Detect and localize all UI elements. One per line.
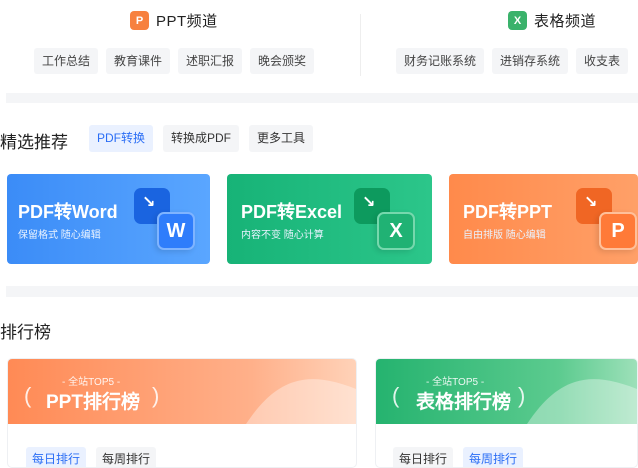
excel-ranking-board: ( - 全站TOP5 - 表格排行榜 ) 每日排行 每周排行 xyxy=(375,358,638,468)
excel-letter-icon: X xyxy=(377,212,415,250)
ppt-ranking-board: ( - 全站TOP5 - PPT排行榜 ) 每日排行 每周排行 xyxy=(7,358,357,468)
pdf-to-word-card[interactable]: PDF转Word 保留格式 随心编辑 ↘ W xyxy=(7,174,210,264)
word-letter-icon: W xyxy=(157,212,195,250)
laurel-left-icon: ( xyxy=(392,383,400,408)
ppt-logo-icon: P xyxy=(130,11,149,30)
excel-tag[interactable]: 财务记账系统 xyxy=(396,48,485,74)
ranking-title: 排行榜 xyxy=(0,323,51,342)
ppt-ranking-banner[interactable]: ( - 全站TOP5 - PPT排行榜 ) xyxy=(8,359,356,424)
card-title: PDF转Word xyxy=(18,202,118,222)
excel-channel-header[interactable]: X 表格频道 xyxy=(508,10,596,31)
laurel-right-icon: ) xyxy=(518,383,526,408)
ppt-tag[interactable]: 教育课件 xyxy=(106,48,171,74)
excel-ranking-banner[interactable]: ( - 全站TOP5 - 表格排行榜 ) xyxy=(376,359,637,424)
featured-title: 精选推荐 xyxy=(0,133,68,152)
tab-weekly-rank[interactable]: 每周排行 xyxy=(463,447,524,467)
card-subtitle: 内容不变 随心计算 xyxy=(241,230,324,241)
ppt-tag[interactable]: 工作总结 xyxy=(34,48,99,74)
pdf-to-excel-card[interactable]: PDF转Excel 内容不变 随心计算 ↘ X xyxy=(227,174,432,264)
card-subtitle: 保留格式 随心编辑 xyxy=(18,230,101,241)
ppt-channel-tags: 工作总结 教育课件 述职汇报 晚会颁奖 xyxy=(34,48,322,74)
card-subtitle: 自由排版 随心编辑 xyxy=(463,230,546,241)
tab-pdf-convert[interactable]: PDF转换 xyxy=(89,125,154,152)
excel-channel-title[interactable]: 表格频道 xyxy=(534,10,596,31)
rank-top-label: - 全站TOP5 - xyxy=(62,377,121,388)
rank-board-title: 表格排行榜 xyxy=(416,392,512,413)
tab-more-tools[interactable]: 更多工具 xyxy=(249,125,314,152)
excel-tag[interactable]: 收支表 xyxy=(576,48,629,74)
excel-logo-icon: X xyxy=(508,11,527,30)
channel-divider xyxy=(360,14,361,76)
card-title: PDF转PPT xyxy=(463,202,553,222)
tab-weekly-rank[interactable]: 每周排行 xyxy=(96,447,157,467)
card-title: PDF转Excel xyxy=(241,202,343,222)
ppt-channel-header[interactable]: P PPT频道 xyxy=(130,10,218,31)
channels-section: P PPT频道 工作总结 教育课件 述职汇报 晚会颁奖 X 表格频道 财务记账系… xyxy=(0,0,638,92)
ppt-tag[interactable]: 述职汇报 xyxy=(178,48,243,74)
section-separator xyxy=(6,93,638,103)
wave-decoration-icon xyxy=(527,379,637,424)
ppt-tag[interactable]: 晚会颁奖 xyxy=(250,48,315,74)
laurel-right-icon: ) xyxy=(152,383,160,408)
featured-tabs: PDF转换 转换成PDF 更多工具 xyxy=(89,125,323,152)
ppt-letter-icon: P xyxy=(599,212,637,250)
laurel-left-icon: ( xyxy=(24,383,32,408)
pdf-to-ppt-card[interactable]: PDF转PPT 自由排版 随心编辑 ↘ P xyxy=(449,174,638,264)
section-separator xyxy=(6,286,638,297)
excel-channel-tags: 财务记账系统 进销存系统 收支表 xyxy=(396,48,636,74)
ppt-ranking-tabs: 每日排行 每周排行 xyxy=(26,447,166,467)
wave-decoration-icon xyxy=(246,379,356,424)
ppt-channel-title[interactable]: PPT频道 xyxy=(156,10,218,31)
rank-top-label: - 全站TOP5 - xyxy=(426,377,485,388)
tab-daily-rank[interactable]: 每日排行 xyxy=(26,447,87,467)
rank-board-title: PPT排行榜 xyxy=(46,392,140,413)
excel-ranking-tabs: 每日排行 每周排行 xyxy=(393,447,533,467)
tab-daily-rank[interactable]: 每日排行 xyxy=(393,447,454,467)
tab-convert-to-pdf[interactable]: 转换成PDF xyxy=(163,125,240,152)
excel-tag[interactable]: 进销存系统 xyxy=(492,48,569,74)
excel-channel: X 表格频道 财务记账系统 进销存系统 收支表 xyxy=(362,0,638,92)
ppt-channel: P PPT频道 工作总结 教育课件 述职汇报 晚会颁奖 xyxy=(0,0,360,92)
